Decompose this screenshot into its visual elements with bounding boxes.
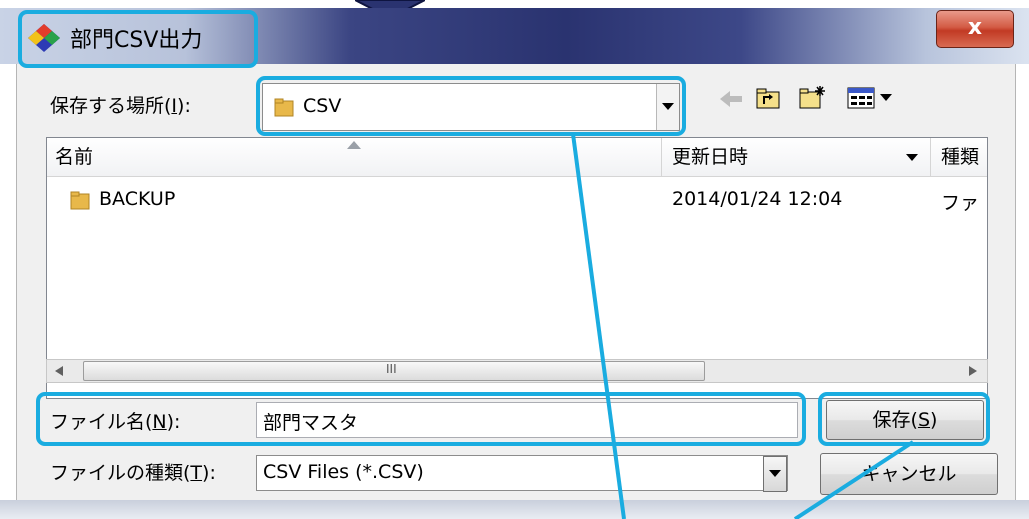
title-highlight [18, 10, 258, 68]
save-button-highlight [818, 392, 990, 446]
filename-highlight [36, 392, 806, 446]
save-in-highlight [256, 76, 686, 136]
